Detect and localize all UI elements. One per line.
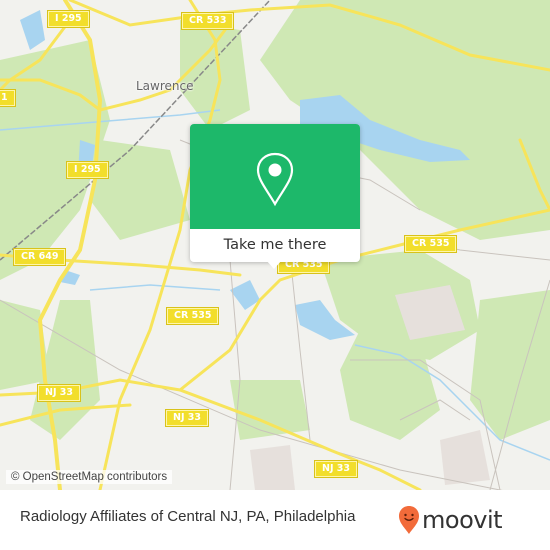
- moovit-wordmark: moovit: [422, 506, 503, 534]
- shield-cr535-right: CR 535: [403, 235, 458, 253]
- shield-i295-top: I 295: [47, 10, 90, 28]
- take-me-there-button[interactable]: Take me there: [190, 229, 360, 262]
- moovit-pin-icon: [399, 506, 419, 534]
- map-canvas[interactable]: Lawrence I 295 CR 533 1 I 295 CR 649 CR …: [0, 0, 550, 490]
- location-popup: Take me there: [190, 124, 360, 269]
- town-label-lawrence: Lawrence: [136, 79, 194, 93]
- place-name: Radiology Affiliates of Central NJ, PA, …: [20, 508, 356, 525]
- popup-header: [190, 124, 360, 229]
- moovit-logo[interactable]: moovit: [398, 504, 503, 536]
- shield-cr535-left: CR 535: [165, 307, 220, 325]
- shield-left-edge: 1: [0, 89, 16, 107]
- popup-pointer: [266, 260, 282, 269]
- shield-i295-mid: I 295: [66, 161, 109, 179]
- map-attribution[interactable]: © OpenStreetMap contributors: [6, 470, 173, 484]
- shield-nj33-mid: NJ 33: [164, 409, 210, 427]
- map-pin-icon: [256, 152, 294, 207]
- shield-cr649: CR 649: [12, 248, 67, 266]
- footer-bar: Radiology Affiliates of Central NJ, PA, …: [0, 490, 550, 550]
- shield-nj33-left: NJ 33: [36, 384, 82, 402]
- shield-nj33-bottom: NJ 33: [313, 460, 359, 478]
- shield-cr533: CR 533: [180, 12, 235, 30]
